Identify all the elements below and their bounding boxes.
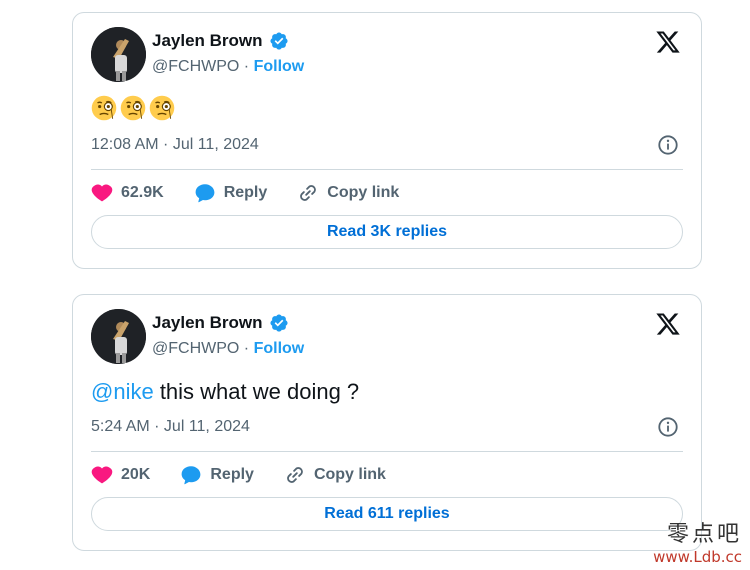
copy-link-button[interactable]: Copy link <box>297 182 399 204</box>
action-bar: 20K Reply Copy link <box>91 462 416 488</box>
like-count: 62.9K <box>121 184 164 201</box>
tweet-body: @nike this what we doing ? <box>91 379 359 405</box>
action-bar: 62.9K Reply Copy link <box>91 180 429 206</box>
link-icon <box>300 185 317 201</box>
heart-icon <box>91 184 113 202</box>
handle-row: @FCHWPO · Follow <box>152 58 304 76</box>
avatar-image <box>91 309 146 364</box>
follow-button[interactable]: Follow <box>254 340 305 357</box>
face-with-monocle-emoji <box>120 95 146 121</box>
like-button[interactable]: 20K <box>91 464 150 486</box>
mention-link[interactable]: @nike <box>91 379 154 404</box>
tweet-card: Jaylen Brown @FCHWPO · Follow 12:08 AM ·… <box>72 12 702 269</box>
tweet-text: this what we doing ? <box>153 379 360 404</box>
tweet-body <box>91 95 175 121</box>
reply-label: Reply <box>223 184 268 201</box>
avatar[interactable] <box>91 27 146 82</box>
handle[interactable]: @FCHWPO <box>152 58 239 75</box>
divider <box>91 451 683 452</box>
follow-button[interactable]: Follow <box>254 58 305 75</box>
watermark-chinese: 零点吧 <box>666 522 742 547</box>
avatar-image <box>91 27 146 82</box>
read-replies-button[interactable]: Read 3K replies <box>91 215 683 249</box>
like-count: 20K <box>121 466 151 483</box>
divider <box>91 169 683 170</box>
reply-icon <box>195 184 215 203</box>
face-with-monocle-emoji <box>91 95 117 121</box>
link-icon <box>287 467 303 483</box>
timestamp[interactable]: 12:08 AM · Jul 11, 2024 <box>91 136 259 154</box>
separator: · <box>243 58 250 75</box>
copy-link-label: Copy link <box>313 466 386 483</box>
copy-link-button[interactable]: Copy link <box>284 464 386 486</box>
info-icon[interactable] <box>657 416 679 438</box>
separator: · <box>243 340 250 357</box>
heart-icon <box>91 466 113 484</box>
like-button[interactable]: 62.9K <box>91 182 164 204</box>
author-name[interactable]: Jaylen Brown <box>152 313 263 333</box>
reply-button[interactable]: Reply <box>180 464 254 486</box>
reply-label: Reply <box>210 466 254 483</box>
watermark-url: www.Ldb.cc <box>653 548 742 566</box>
verified-badge-icon <box>270 314 288 332</box>
read-replies-button[interactable]: Read 611 replies <box>91 497 683 531</box>
author-name[interactable]: Jaylen Brown <box>152 31 263 51</box>
tweet-card: Jaylen Brown @FCHWPO · Follow @nike this… <box>72 294 702 551</box>
info-icon[interactable] <box>657 134 679 156</box>
avatar[interactable] <box>91 309 146 364</box>
copy-link-label: Copy link <box>327 184 400 201</box>
watermark: 零点吧 www.Ldb.cc <box>653 516 742 566</box>
reply-icon <box>181 466 201 485</box>
handle-row: @FCHWPO · Follow <box>152 340 304 358</box>
x-logo-icon[interactable] <box>655 29 681 55</box>
handle[interactable]: @FCHWPO <box>152 340 239 357</box>
face-with-monocle-emoji <box>149 95 175 121</box>
verified-badge-icon <box>270 32 288 50</box>
x-logo-icon[interactable] <box>655 311 681 337</box>
timestamp[interactable]: 5:24 AM · Jul 11, 2024 <box>91 418 250 436</box>
reply-button[interactable]: Reply <box>194 182 268 204</box>
